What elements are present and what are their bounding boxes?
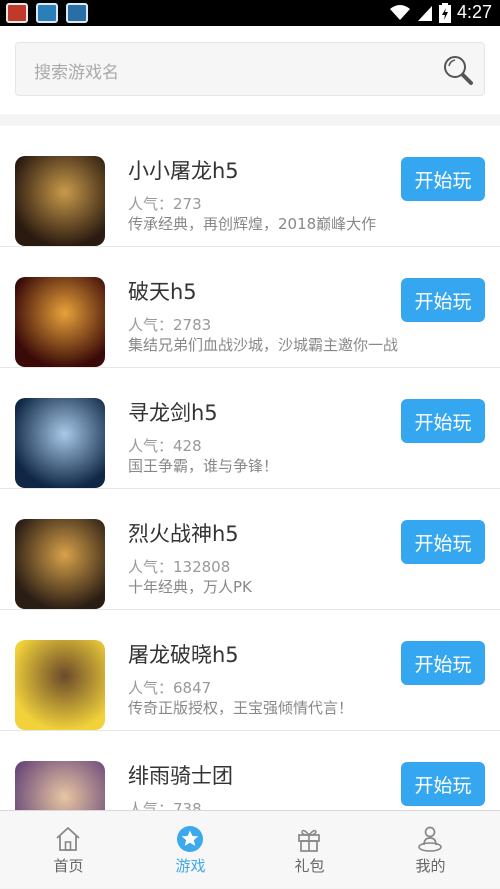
notification-icons — [6, 3, 88, 23]
game-popularity: 人气：2783 — [128, 316, 212, 334]
start-play-button[interactable]: 开始玩 — [401, 520, 485, 564]
game-thumbnail — [15, 277, 105, 367]
game-description: 传承经典，再创辉煌，2018巅峰大作 — [128, 215, 377, 233]
start-play-button[interactable]: 开始玩 — [401, 278, 485, 322]
start-play-button[interactable]: 开始玩 — [401, 762, 485, 806]
home-icon — [56, 827, 80, 851]
search-placeholder: 搜索游戏名 — [34, 63, 119, 83]
person-icon — [418, 826, 442, 852]
game-title: 寻龙剑h5 — [128, 401, 218, 425]
game-title: 破天h5 — [128, 280, 197, 304]
tab-label: 首页 — [53, 857, 84, 875]
status-icons: 4:27 — [389, 2, 492, 23]
star-icon — [177, 826, 203, 852]
tab-home[interactable]: 首页 — [6, 811, 131, 889]
game-popularity: 人气：273 — [128, 195, 202, 213]
clock: 4:27 — [456, 2, 492, 22]
notification-app-icon — [66, 3, 88, 23]
game-list: 小小屠龙h5 人气：273 传承经典，再创辉煌，2018巅峰大作 开始玩 破天h… — [0, 126, 500, 810]
game-description: 国王争霸，谁与争锋！ — [128, 457, 279, 475]
wifi-icon — [389, 4, 410, 20]
tab-games[interactable]: 游戏 — [128, 811, 253, 889]
game-description: 十年经典，万人PK — [128, 578, 252, 596]
game-list-item[interactable]: 烈火战神h5 人气：132808 十年经典，万人PK 开始玩 — [0, 489, 500, 610]
start-play-button[interactable]: 开始玩 — [401, 399, 485, 443]
signal-icon — [417, 5, 432, 21]
tab-label: 游戏 — [175, 857, 206, 875]
game-thumbnail — [15, 640, 105, 730]
game-popularity: 人气：132808 — [128, 558, 231, 576]
search-input[interactable]: 搜索游戏名 — [15, 42, 485, 96]
game-list-item[interactable]: 屠龙破晓h5 人气：6847 传奇正版授权，王宝强倾情代言！ 开始玩 — [0, 610, 500, 731]
game-list-item[interactable]: 破天h5 人气：2783 集结兄弟们血战沙城，沙城霸主邀你一战 开始玩 — [0, 247, 500, 368]
start-play-button[interactable]: 开始玩 — [401, 641, 485, 685]
battery-icon — [438, 2, 451, 23]
game-popularity: 人气：738 — [128, 800, 202, 810]
game-list-item[interactable]: 绯雨骑士团 人气：738 开始玩 — [0, 731, 500, 810]
game-thumbnail — [15, 398, 105, 488]
game-thumbnail — [15, 156, 105, 246]
game-list-item[interactable]: 小小屠龙h5 人气：273 传承经典，再创辉煌，2018巅峰大作 开始玩 — [0, 126, 500, 247]
bottom-tab-bar: 首页 游戏 礼包 我的 — [0, 810, 500, 888]
game-description: 传奇正版授权，王宝强倾情代言！ — [128, 699, 354, 717]
game-list-item[interactable]: 寻龙剑h5 人气：428 国王争霸，谁与争锋！ 开始玩 — [0, 368, 500, 489]
game-popularity: 人气：6847 — [128, 679, 212, 697]
search-icon[interactable] — [442, 54, 474, 86]
search-bar-container: 搜索游戏名 — [0, 26, 500, 114]
start-play-button[interactable]: 开始玩 — [401, 157, 485, 201]
notification-app-icon — [36, 3, 58, 23]
notification-app-icon — [6, 3, 28, 23]
tab-label: 礼包 — [294, 857, 325, 875]
tab-gifts[interactable]: 礼包 — [247, 811, 372, 889]
game-description: 集结兄弟们血战沙城，沙城霸主邀你一战 — [128, 336, 399, 354]
game-popularity: 人气：428 — [128, 437, 202, 455]
game-thumbnail — [15, 761, 105, 810]
game-thumbnail — [15, 519, 105, 609]
tab-mine[interactable]: 我的 — [368, 811, 493, 889]
game-title: 屠龙破晓h5 — [128, 643, 239, 667]
gift-icon — [298, 829, 320, 852]
game-title: 烈火战神h5 — [128, 522, 239, 546]
game-title: 绯雨骑士团 — [128, 764, 233, 788]
game-title: 小小屠龙h5 — [128, 159, 239, 183]
status-bar: 4:27 — [0, 0, 500, 26]
tab-label: 我的 — [415, 857, 446, 875]
